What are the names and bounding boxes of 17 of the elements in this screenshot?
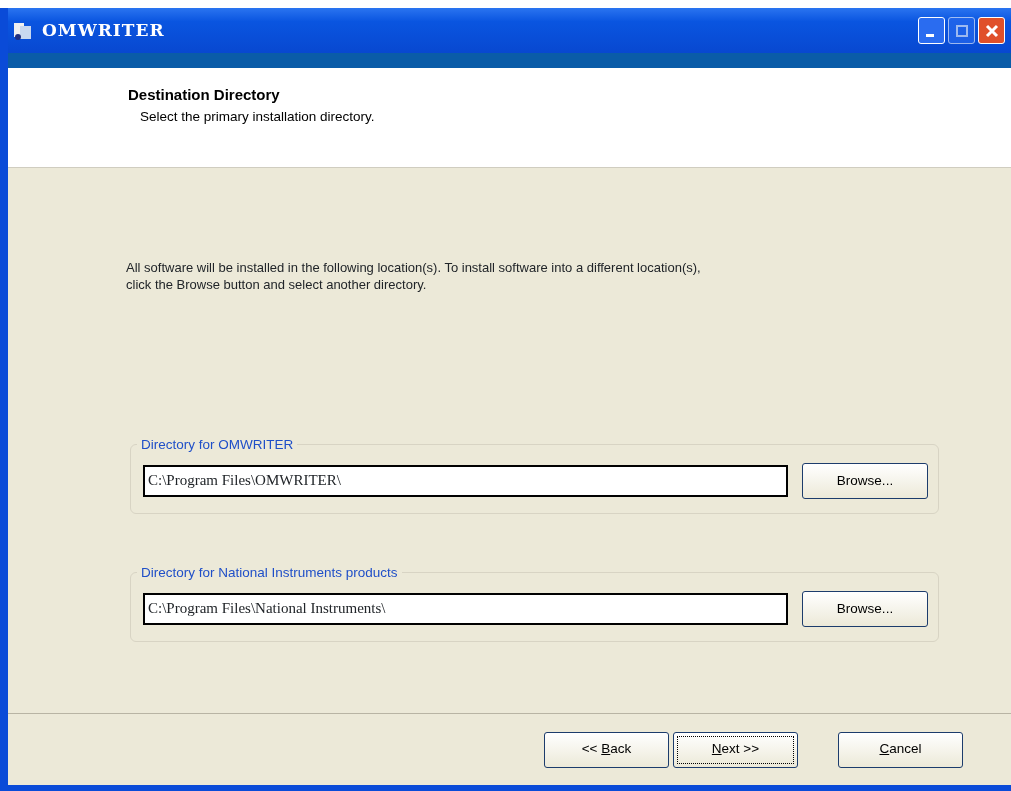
- path-field[interactable]: C:\Program Files\OMWRITER\: [143, 464, 788, 497]
- close-icon: [984, 23, 999, 38]
- back-button[interactable]: << Back: [544, 731, 669, 768]
- window-title: OMWRITER: [42, 18, 165, 42]
- maximize-button[interactable]: [948, 17, 975, 44]
- intro-text: All software will be installed in the following location(s). To install software into a different location(s), click the Browse button and select another directory.: [126, 260, 702, 294]
- maximize-icon: [955, 24, 968, 37]
- minimize-button[interactable]: [918, 17, 945, 44]
- page-heading: Destination Directory: [128, 85, 281, 105]
- browse-button[interactable]: Browse...: [802, 590, 928, 627]
- cancel-button[interactable]: Cancel: [838, 731, 963, 768]
- page-subtitle: Select the primary installation directory.: [139, 107, 376, 126]
- close-button[interactable]: [978, 17, 1005, 44]
- path-field[interactable]: C:\Program Files\National Instruments\: [143, 592, 788, 625]
- browse-button[interactable]: Browse...: [802, 462, 928, 499]
- minimize-icon: [925, 33, 934, 37]
- next-button[interactable]: Next >>: [673, 731, 798, 768]
